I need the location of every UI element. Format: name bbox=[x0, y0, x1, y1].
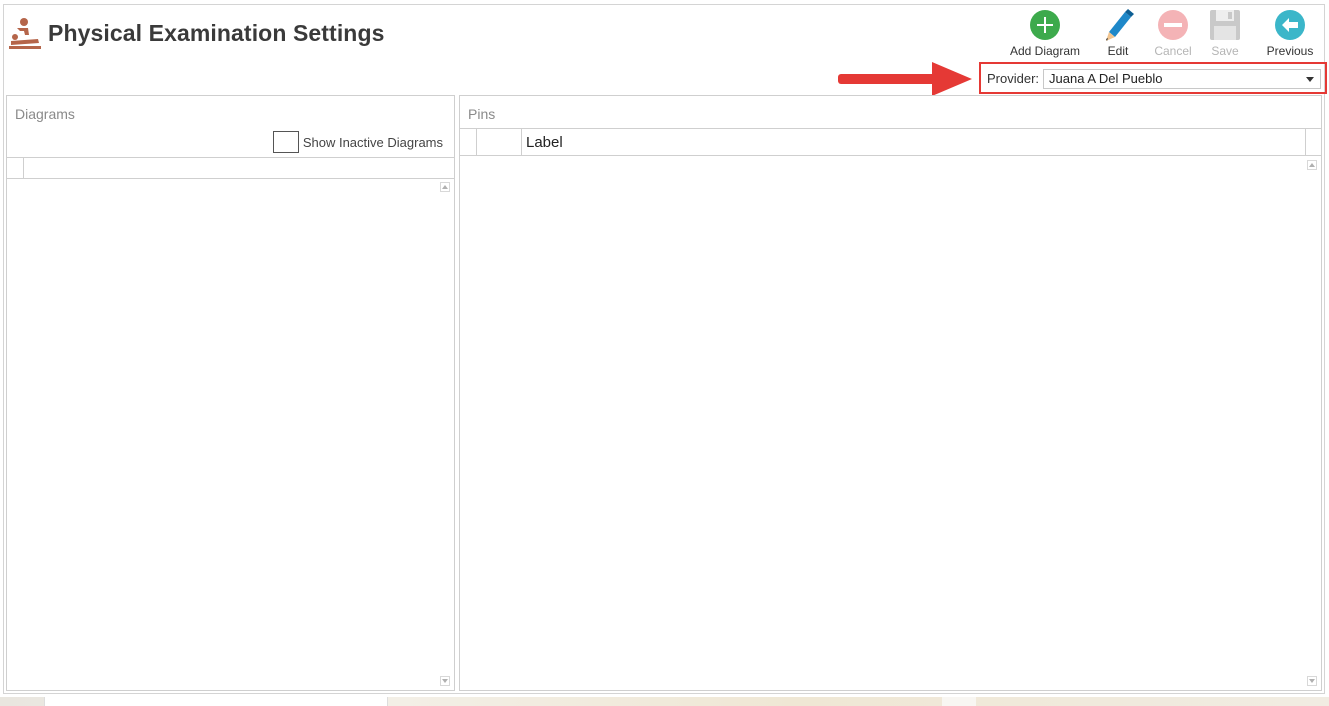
scroll-up-icon[interactable] bbox=[1307, 160, 1317, 170]
floppy-disk-icon bbox=[1208, 8, 1242, 42]
provider-select[interactable]: Juana A Del Pueblo bbox=[1043, 69, 1321, 89]
pins-scrollbar[interactable] bbox=[1305, 158, 1319, 686]
save-button[interactable]: Save bbox=[1201, 8, 1249, 58]
column-header-label[interactable]: Label bbox=[526, 134, 563, 151]
page-header: Physical Examination Settings bbox=[8, 16, 385, 50]
pencil-icon bbox=[1101, 8, 1135, 42]
page-title: Physical Examination Settings bbox=[48, 19, 385, 46]
edit-button[interactable]: Edit bbox=[1093, 8, 1143, 58]
diagrams-title: Diagrams bbox=[15, 106, 75, 122]
save-label: Save bbox=[1211, 44, 1239, 58]
show-inactive-row: Show Inactive Diagrams bbox=[272, 131, 443, 153]
massage-therapy-icon bbox=[8, 16, 42, 50]
add-diagram-label: Add Diagram bbox=[1009, 44, 1081, 58]
chevron-down-icon[interactable] bbox=[1306, 77, 1314, 82]
provider-value: Juana A Del Pueblo bbox=[1049, 71, 1163, 86]
pins-panel: Pins Label bbox=[459, 95, 1322, 691]
scroll-down-icon[interactable] bbox=[1307, 676, 1317, 686]
cancel-label: Cancel bbox=[1154, 44, 1192, 58]
previous-button[interactable]: Previous bbox=[1263, 8, 1317, 58]
cancel-button[interactable]: Cancel bbox=[1145, 8, 1201, 58]
bottom-tab[interactable] bbox=[44, 697, 388, 706]
add-diagram-button[interactable]: Add Diagram bbox=[1005, 8, 1085, 58]
plus-circle-icon bbox=[1028, 8, 1062, 42]
edit-label: Edit bbox=[1107, 44, 1129, 58]
show-inactive-checkbox[interactable] bbox=[272, 131, 299, 153]
toolbar: Add Diagram Edit Cancel Save Previous bbox=[1005, 8, 1317, 58]
show-inactive-label[interactable]: Show Inactive Diagrams bbox=[303, 135, 443, 150]
previous-label: Previous bbox=[1266, 44, 1314, 58]
scroll-down-icon[interactable] bbox=[440, 676, 450, 686]
minus-circle-icon bbox=[1156, 8, 1190, 42]
bottom-strip bbox=[0, 697, 1329, 706]
diagrams-scrollbar[interactable] bbox=[438, 180, 452, 686]
diagrams-panel: Diagrams Show Inactive Diagrams bbox=[6, 95, 455, 691]
pins-grid-header: Label bbox=[460, 128, 1321, 156]
provider-label: Provider: bbox=[987, 71, 1040, 86]
diagrams-grid-header bbox=[7, 157, 454, 179]
arrow-left-circle-icon bbox=[1273, 8, 1307, 42]
pins-title: Pins bbox=[468, 106, 496, 122]
scroll-up-icon[interactable] bbox=[440, 182, 450, 192]
provider-highlight: Provider: Juana A Del Pueblo bbox=[979, 62, 1327, 94]
